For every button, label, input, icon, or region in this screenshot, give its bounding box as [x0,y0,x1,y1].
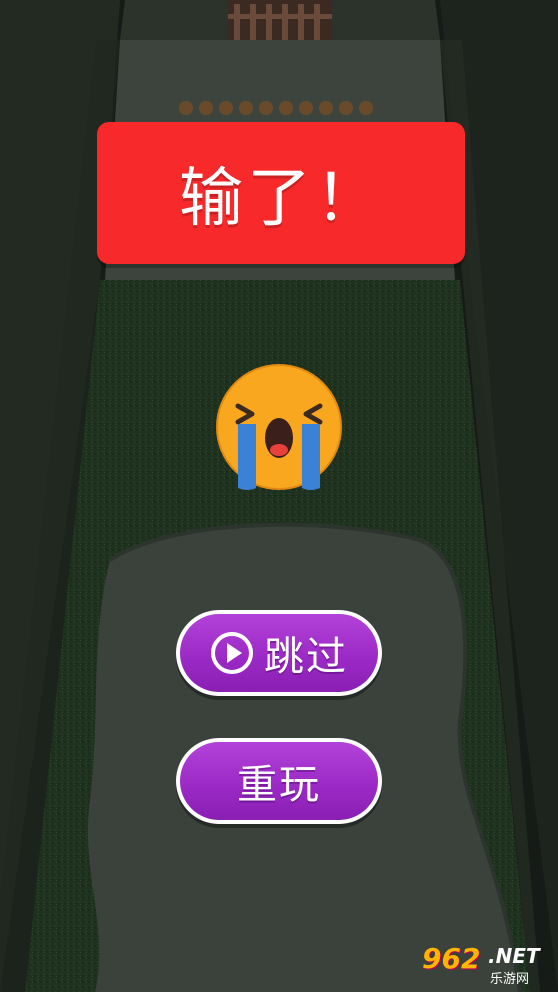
replay-button-label: 重玩 [237,762,321,808]
skip-button-label: 跳过 [264,634,348,680]
lose-banner-text: 输了！ [179,162,383,236]
play-circle-icon [211,632,253,674]
gate [228,0,332,40]
replay-button[interactable]: 重玩 [176,738,382,824]
site-watermark: 962 .NET 乐游网 [418,940,554,987]
crying-face-icon [216,364,342,490]
watermark-number: 962 [422,942,481,975]
skip-button[interactable]: 跳过 [176,610,382,696]
watermark-domain: .NET [488,944,540,968]
watermark-subtitle: 乐游网 [490,972,530,987]
lose-banner: 输了！ [97,122,465,264]
